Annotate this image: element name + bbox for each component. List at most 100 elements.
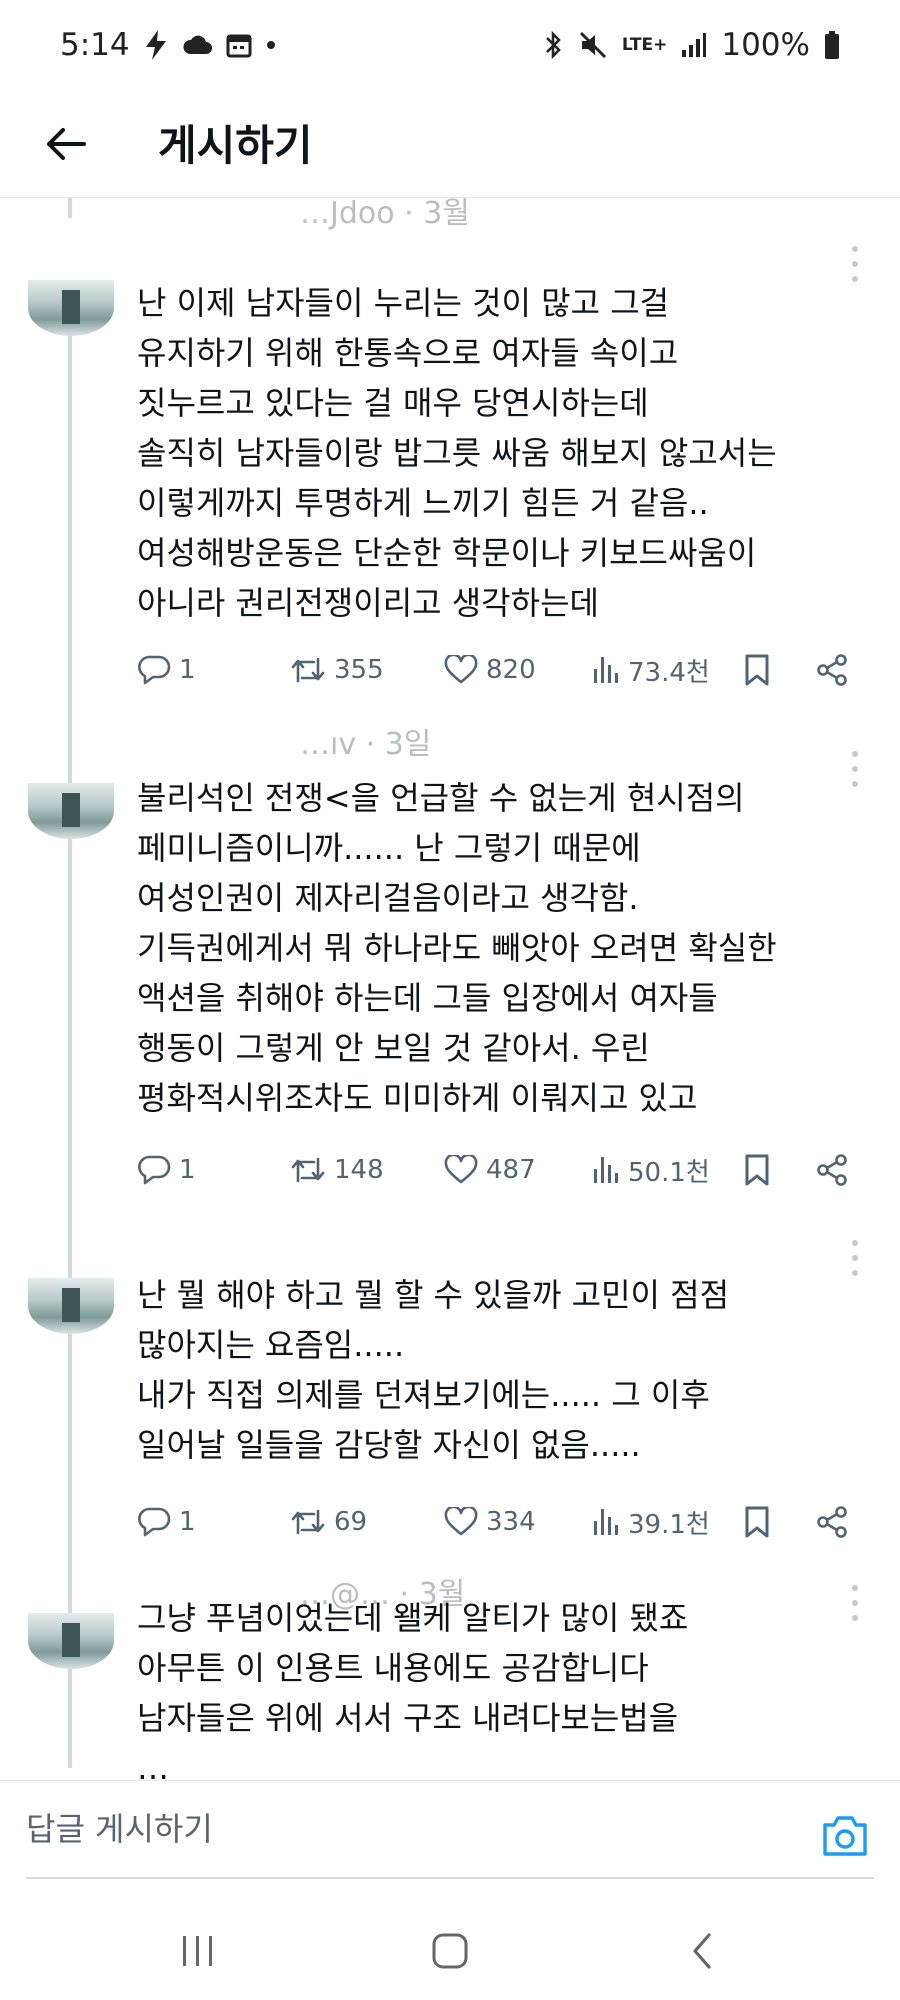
mute-icon — [578, 30, 608, 60]
reply-thread[interactable]: …Jdoo · 3월 난 이제 남자들이 누리는 것이 많고 그걸 유지하기 위… — [0, 198, 900, 1780]
post-text: 난 뭘 해야 하고 뭘 할 수 있을까 고민이 점점 많아지는 요즘임.....… — [137, 1276, 730, 1464]
home-button[interactable] — [425, 1930, 475, 1972]
battery-percent: 100% — [721, 27, 810, 63]
share-icon — [817, 654, 847, 686]
like-count: 487 — [486, 1155, 536, 1185]
heart-icon — [444, 1155, 478, 1184]
bookmark-button[interactable] — [743, 648, 771, 692]
bar-chart-icon — [594, 1157, 618, 1183]
bookmark-button[interactable] — [743, 1148, 771, 1192]
post-text: 불리석인 전쟁<을 언급할 수 없는게 현시점의 페미니즘이니까...... 난… — [137, 779, 777, 1117]
composer-underline — [26, 1877, 874, 1879]
notification-dot-icon — [266, 40, 276, 50]
retweet-icon — [291, 657, 325, 683]
camera-button[interactable] — [820, 1814, 870, 1858]
reply-button[interactable]: 1 — [137, 1500, 196, 1544]
reply-post[interactable]: …Jdoo · 3월 난 이제 남자들이 누리는 것이 많고 그걸 유지하기 위… — [0, 198, 900, 718]
status-bar-left: 5:14 — [60, 27, 276, 63]
speech-bubble-icon — [138, 1155, 171, 1185]
battery-icon — [824, 31, 840, 59]
speech-bubble-icon — [138, 1507, 171, 1537]
vertical-dots-icon — [852, 246, 858, 252]
view-count: 39.1천 — [628, 1509, 710, 1540]
share-icon — [817, 1506, 847, 1538]
post-handle: …Jdoo · 3월 — [300, 198, 470, 231]
post-actions: 1 355 820 73.4천 — [0, 648, 900, 692]
view-count: 50.1천 — [628, 1157, 710, 1188]
views-button[interactable]: 39.1천 — [592, 1500, 710, 1544]
heart-icon — [444, 1507, 478, 1536]
bookmark-icon — [745, 1154, 769, 1186]
post-actions: 1 148 487 50.1천 — [0, 1148, 900, 1192]
lightning-icon — [144, 30, 168, 60]
reply-post[interactable]: …@… · 3월 그냥 푸념이었는데 왤케 알티가 많이 됐죠 아무튼 이 인용… — [0, 1573, 900, 1780]
like-button[interactable]: 334 — [444, 1500, 536, 1544]
signal-strength-icon — [681, 32, 707, 58]
system-navigation-bar — [0, 1900, 900, 2000]
arrow-left-icon — [47, 128, 86, 160]
share-icon — [817, 1154, 847, 1186]
reply-post[interactable]: …ıv · 3일 불리석인 전쟁<을 언급할 수 없는게 현시점의 페미니즘이니… — [0, 723, 900, 1203]
status-time: 5:14 — [60, 27, 130, 63]
post-text: 난 이제 남자들이 누리는 것이 많고 그걸 유지하기 위해 한통속으로 여자들… — [137, 284, 777, 622]
vertical-dots-icon — [852, 1585, 858, 1591]
heart-icon — [444, 655, 478, 684]
avatar[interactable] — [28, 1613, 114, 1669]
bookmark-icon — [745, 1506, 769, 1538]
bookmark-icon — [745, 654, 769, 686]
views-button[interactable]: 50.1천 — [592, 1148, 710, 1192]
like-count: 334 — [486, 1507, 536, 1537]
avatar[interactable] — [28, 783, 114, 839]
cloud-icon — [182, 34, 212, 56]
recent-apps-button[interactable] — [173, 1930, 223, 1972]
bluetooth-icon — [542, 30, 564, 60]
retweet-icon — [291, 1509, 325, 1535]
bookmark-button[interactable] — [743, 1500, 771, 1544]
camera-icon — [823, 1816, 867, 1856]
retweet-icon — [291, 1157, 325, 1183]
reply-input[interactable] — [26, 1799, 786, 1859]
lte-signal-label: LTE+ — [621, 35, 668, 55]
recent-apps-icon — [183, 1936, 212, 1966]
like-button[interactable]: 820 — [444, 648, 536, 692]
share-button[interactable] — [815, 1500, 849, 1544]
share-button[interactable] — [815, 1148, 849, 1192]
retweet-count: 69 — [334, 1507, 368, 1537]
bar-chart-icon — [594, 657, 618, 683]
back-nav-button[interactable] — [677, 1930, 727, 1972]
view-count: 73.4천 — [628, 657, 710, 688]
page-title: 게시하기 — [158, 121, 313, 170]
back-button[interactable] — [40, 118, 92, 170]
retweet-button[interactable]: 148 — [290, 1148, 384, 1192]
retweet-button[interactable]: 69 — [290, 1500, 367, 1544]
like-button[interactable]: 487 — [444, 1148, 536, 1192]
retweet-count: 148 — [334, 1155, 384, 1185]
vertical-dots-icon — [852, 1240, 858, 1246]
top-app-bar: 게시하기 — [0, 90, 900, 198]
calendar-icon — [226, 32, 252, 58]
share-button[interactable] — [815, 648, 849, 692]
reply-count: 1 — [179, 1155, 196, 1185]
vertical-dots-icon — [852, 751, 858, 757]
more-options-button[interactable] — [845, 246, 865, 282]
status-bar: 5:14 LTE+ 100% — [0, 0, 900, 90]
post-text: 그냥 푸념이었는데 왤케 알티가 많이 됐죠 아무튼 이 인용트 내용에도 공감… — [137, 1599, 689, 1780]
reply-post[interactable]: 난 뭘 해야 하고 뭘 할 수 있을까 고민이 점점 많아지는 요즘임.....… — [0, 1218, 900, 1548]
reply-button[interactable]: 1 — [137, 648, 196, 692]
avatar[interactable] — [28, 280, 114, 336]
status-bar-right: LTE+ 100% — [542, 27, 840, 63]
reply-count: 1 — [179, 1507, 196, 1537]
reply-button[interactable]: 1 — [137, 1148, 196, 1192]
like-count: 820 — [486, 655, 536, 685]
retweet-button[interactable]: 355 — [290, 648, 384, 692]
post-actions: 1 69 334 39.1천 — [0, 1500, 900, 1544]
speech-bubble-icon — [138, 655, 171, 685]
reply-composer — [0, 1780, 900, 1880]
chevron-left-icon — [693, 1933, 711, 1969]
views-button[interactable]: 73.4천 — [592, 648, 710, 692]
retweet-count: 355 — [334, 655, 384, 685]
post-handle: …ıv · 3일 — [300, 727, 432, 762]
reply-count: 1 — [179, 655, 196, 685]
bar-chart-icon — [594, 1509, 618, 1535]
avatar[interactable] — [28, 1278, 114, 1334]
